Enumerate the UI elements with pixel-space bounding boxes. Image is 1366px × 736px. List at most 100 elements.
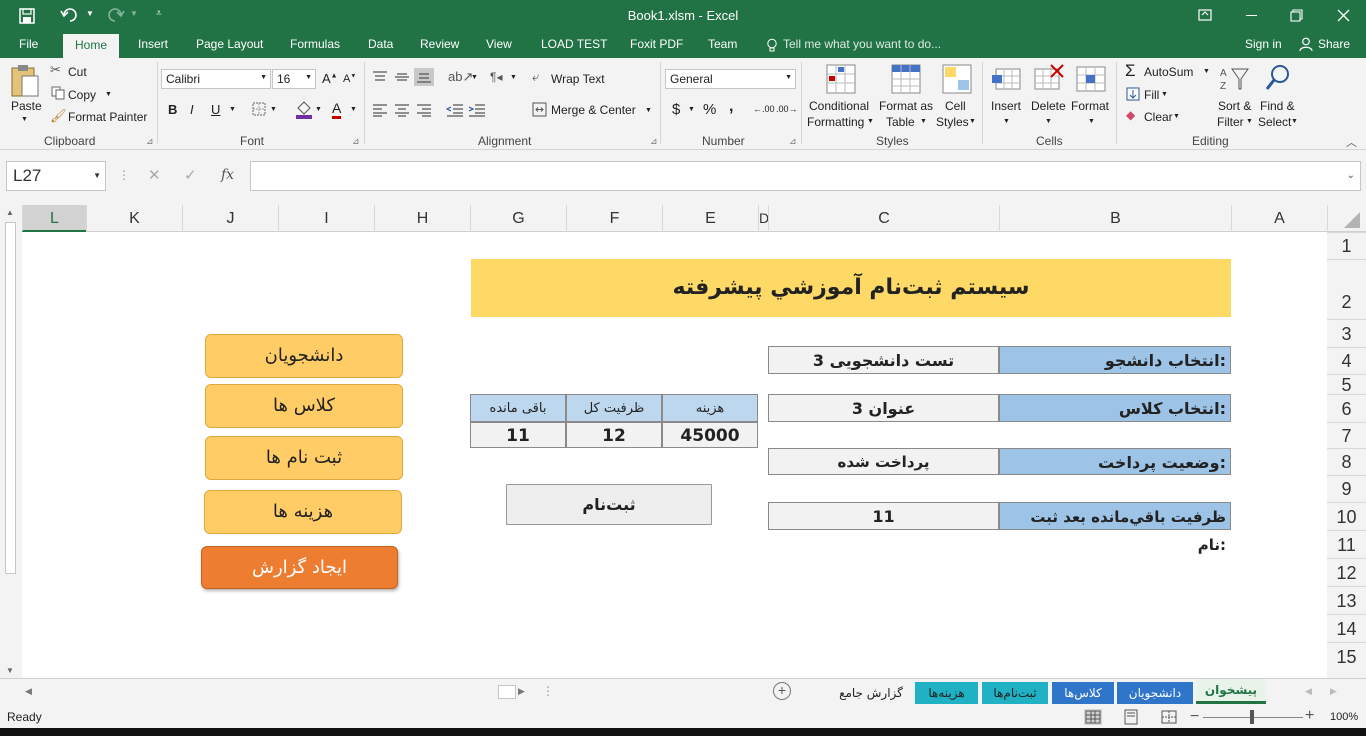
zoom-out-icon[interactable]: − xyxy=(1190,708,1199,726)
format-dropdown-icon[interactable]: ▼ xyxy=(1088,118,1095,125)
row-header[interactable]: 13 xyxy=(1327,586,1366,614)
number-launcher-icon[interactable]: ⊿ xyxy=(789,136,797,147)
tab-page-layout[interactable]: Page Layout xyxy=(196,37,263,51)
sheet-tab-fees[interactable]: هزینه‌ها xyxy=(915,682,978,704)
bottom-align-icon[interactable] xyxy=(414,68,434,86)
insert-button[interactable]: Insert xyxy=(991,99,1021,113)
row-header[interactable]: 8 xyxy=(1327,448,1366,475)
autosum-button[interactable]: AutoSum xyxy=(1144,65,1193,79)
copy-button[interactable]: Copy xyxy=(68,88,96,102)
sort-dropdown-icon[interactable]: ▼ xyxy=(1246,118,1253,125)
horizontal-scrollbar[interactable] xyxy=(38,684,530,701)
currency-dropdown-icon[interactable]: ▼ xyxy=(688,106,695,113)
find-select-label-2[interactable]: Select xyxy=(1258,115,1291,129)
row-header[interactable]: 6 xyxy=(1327,394,1366,422)
italic-button[interactable]: I xyxy=(190,102,194,117)
clipboard-launcher-icon[interactable]: ⊿ xyxy=(146,136,154,147)
tab-split-grip-icon[interactable]: ⋮ xyxy=(542,684,554,698)
classes-nav-button[interactable]: کلاس ها xyxy=(205,384,403,428)
orientation-icon[interactable]: ab↗ xyxy=(448,69,473,85)
column-header-h[interactable]: H xyxy=(374,205,470,232)
cell-styles-label-1[interactable]: Cell xyxy=(945,99,966,113)
paste-icon[interactable] xyxy=(9,63,41,99)
sign-in-link[interactable]: Sign in xyxy=(1245,37,1282,51)
rtl-icon[interactable]: ¶◂ xyxy=(490,70,502,84)
sort-filter-label-2[interactable]: Filter xyxy=(1217,115,1244,129)
column-header-l[interactable]: L xyxy=(22,205,86,232)
fill-dropdown-icon[interactable]: ▼ xyxy=(1161,91,1168,98)
font-color-icon[interactable]: A xyxy=(332,100,342,119)
underline-dropdown-icon[interactable]: ▼ xyxy=(229,106,236,113)
row-header[interactable]: 4 xyxy=(1327,347,1366,374)
tab-home[interactable]: Home xyxy=(63,34,120,58)
row-header[interactable]: 12 xyxy=(1327,558,1366,586)
column-header-b[interactable]: B xyxy=(999,205,1231,232)
decrease-decimal-icon[interactable]: .00→ xyxy=(776,104,798,114)
tab-review[interactable]: Review xyxy=(420,37,459,51)
conditional-dropdown-icon[interactable]: ▼ xyxy=(867,118,874,125)
row-header[interactable]: 9 xyxy=(1327,475,1366,502)
row-header[interactable]: 10 xyxy=(1327,502,1366,530)
alignment-launcher-icon[interactable]: ⊿ xyxy=(650,136,658,147)
register-button[interactable]: ثبت‌نام xyxy=(506,484,712,525)
bold-button[interactable]: B xyxy=(168,102,177,117)
rtl-dropdown-icon[interactable]: ▼ xyxy=(510,74,517,81)
row-header[interactable]: 7 xyxy=(1327,422,1366,448)
autosum-dropdown-icon[interactable]: ▼ xyxy=(1203,68,1210,75)
select-all-corner[interactable] xyxy=(1327,205,1366,232)
conditional-formatting-icon[interactable] xyxy=(825,63,857,95)
formula-bar-grip-icon[interactable]: ⋮ xyxy=(118,168,130,182)
merge-center-button[interactable]: Merge & Center xyxy=(551,103,636,117)
insert-dropdown-icon[interactable]: ▼ xyxy=(1003,118,1010,125)
format-as-table-label-2[interactable]: Table xyxy=(886,115,915,129)
merge-dropdown-icon[interactable]: ▼ xyxy=(645,107,652,114)
sheet-tabs-prev-icon[interactable]: ◀ xyxy=(1305,686,1312,697)
underline-button[interactable]: U xyxy=(211,102,220,117)
shrink-font-icon[interactable]: A▼ xyxy=(343,73,356,85)
middle-align-icon[interactable] xyxy=(394,70,410,84)
scroll-right-icon[interactable]: ▶ xyxy=(518,686,525,697)
borders-icon[interactable] xyxy=(252,102,266,116)
align-left-icon[interactable] xyxy=(372,103,388,117)
align-center-icon[interactable] xyxy=(394,103,410,117)
find-select-label-1[interactable]: Find & xyxy=(1260,99,1295,113)
scroll-down-icon[interactable]: ▼ xyxy=(6,666,14,675)
currency-button[interactable]: $ xyxy=(672,101,680,118)
grow-font-icon[interactable]: A▲ xyxy=(322,71,338,86)
row-header[interactable]: 2 xyxy=(1327,259,1366,319)
worksheet[interactable]: سيستم ثبت‌نام آموزشي پيشرفته انتخاب دانش… xyxy=(22,232,1327,678)
cell-styles-dropdown-icon[interactable]: ▼ xyxy=(969,118,976,125)
find-select-icon[interactable] xyxy=(1264,63,1292,93)
format-painter-button[interactable]: Format Painter xyxy=(68,110,147,124)
row-header[interactable]: 3 xyxy=(1327,319,1366,347)
scroll-left-icon[interactable]: ◀ xyxy=(25,686,32,697)
tab-insert[interactable]: Insert xyxy=(138,37,168,51)
tab-load-test[interactable]: LOAD TEST xyxy=(541,37,607,51)
clear-dropdown-icon[interactable]: ▼ xyxy=(1173,113,1180,120)
column-header-f[interactable]: F xyxy=(566,205,662,232)
tab-view[interactable]: View xyxy=(486,37,512,51)
delete-button[interactable]: Delete xyxy=(1031,99,1066,113)
find-dropdown-icon[interactable]: ▼ xyxy=(1291,118,1298,125)
column-header-c[interactable]: C xyxy=(768,205,999,232)
number-format-combo[interactable]: General ▼ xyxy=(665,69,796,89)
format-as-table-label-1[interactable]: Format as xyxy=(879,99,933,113)
orientation-dropdown-icon[interactable]: ▼ xyxy=(471,74,478,81)
format-as-table-icon[interactable] xyxy=(890,63,922,95)
cell-styles-label-2[interactable]: Styles xyxy=(936,115,969,129)
share-button[interactable]: Share xyxy=(1318,37,1350,51)
comma-button[interactable]: , xyxy=(729,98,733,116)
conditional-formatting-label-2[interactable]: Formatting xyxy=(807,115,864,129)
create-report-button[interactable]: ایجاد گزارش xyxy=(201,546,398,589)
formula-input[interactable]: ⌄ xyxy=(250,161,1361,191)
sheet-tab-classes[interactable]: کلاس‌ها xyxy=(1052,682,1114,704)
delete-cells-icon[interactable] xyxy=(1033,63,1065,95)
cell-styles-icon[interactable] xyxy=(941,63,973,95)
column-header-d[interactable]: D xyxy=(758,205,769,232)
column-header-g[interactable]: G xyxy=(470,205,566,232)
column-header-j[interactable]: J xyxy=(182,205,278,232)
increase-decimal-icon[interactable]: ←.00 xyxy=(753,104,775,114)
format-cells-icon[interactable] xyxy=(1075,63,1107,95)
font-launcher-icon[interactable]: ⊿ xyxy=(352,136,360,147)
vertical-scrollbar[interactable]: ▲ ▼ xyxy=(0,205,22,678)
